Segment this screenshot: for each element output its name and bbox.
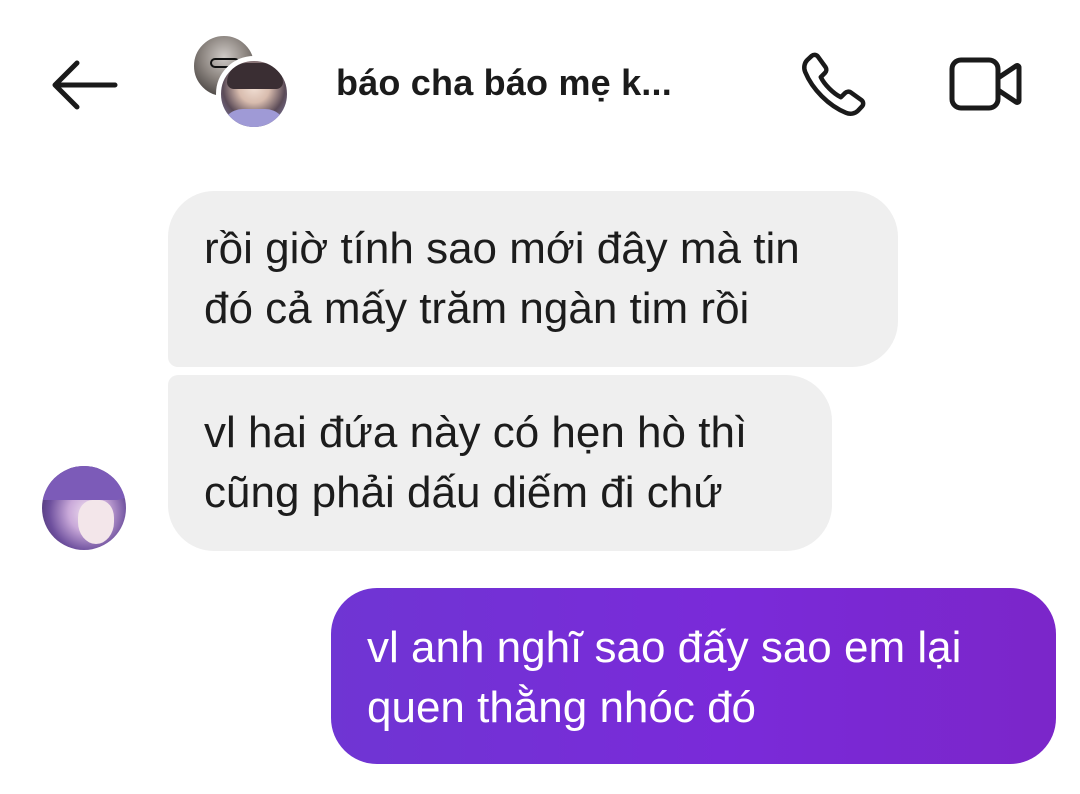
chat-header: báo cha báo mẹ k... bbox=[0, 0, 1080, 170]
arrow-left-icon bbox=[52, 60, 118, 110]
chat-title[interactable]: báo cha báo mẹ k... bbox=[336, 62, 672, 104]
outgoing-message-bubble[interactable]: vl anh nghĩ sao đấy sao em lại quen thằn… bbox=[331, 588, 1056, 764]
video-call-button[interactable] bbox=[940, 44, 1030, 124]
incoming-message-bubble[interactable]: rồi giờ tính sao mới đây mà tin đó cả mấ… bbox=[168, 191, 898, 367]
voice-call-button[interactable] bbox=[794, 44, 874, 124]
phone-icon bbox=[802, 52, 866, 116]
group-avatar[interactable] bbox=[190, 32, 296, 136]
back-button[interactable] bbox=[44, 50, 124, 120]
incoming-message-bubble[interactable]: vl hai đứa này có hẹn hò thì cũng phải d… bbox=[168, 375, 832, 551]
sender-avatar[interactable] bbox=[42, 466, 126, 550]
member-avatar-2 bbox=[216, 56, 292, 132]
video-camera-icon bbox=[949, 57, 1022, 111]
